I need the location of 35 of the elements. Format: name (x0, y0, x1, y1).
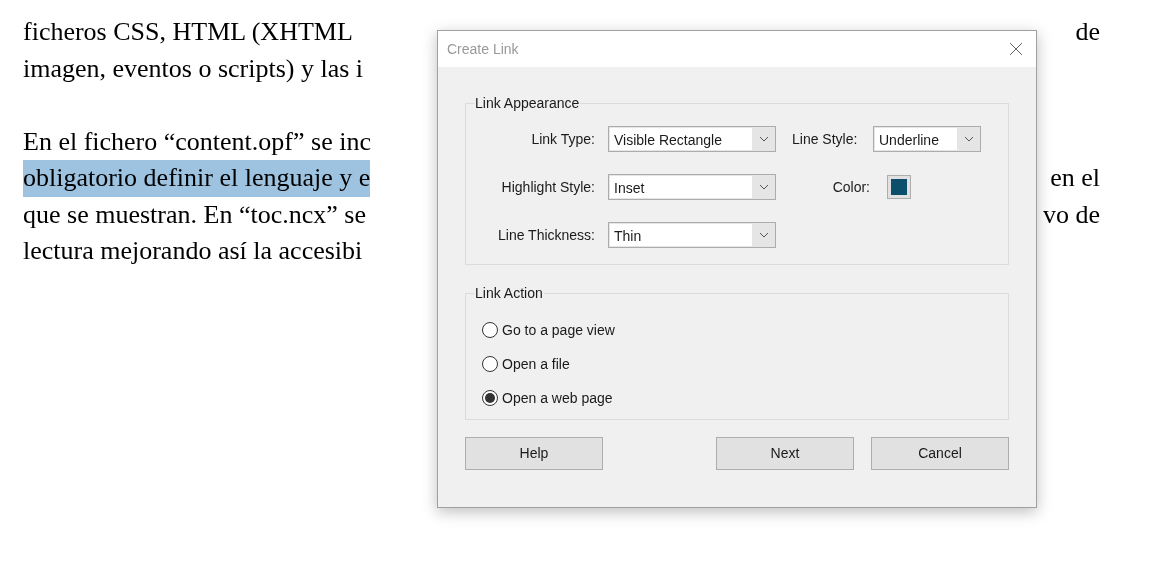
radio-label[interactable]: Open a web page (502, 387, 613, 409)
close-icon[interactable] (1010, 43, 1022, 55)
chevron-down-icon (759, 136, 769, 142)
window-title: Create Link (447, 39, 519, 59)
body-text: que se muestran. En “toc.ncx” se (23, 198, 366, 231)
dialog-button[interactable]: Next (716, 437, 854, 470)
field-label: Line Style: (791, 129, 859, 149)
radio-button[interactable] (482, 390, 498, 406)
group-title: Link Appearance (474, 94, 581, 113)
body-text: ficheros CSS, HTML (XHTML (23, 16, 353, 48)
radio-label[interactable]: Go to a page view (502, 319, 615, 341)
radio-button[interactable] (482, 322, 498, 338)
body-text: imagen, eventos o scripts) y las i (23, 52, 364, 85)
dropdown[interactable]: Visible Rectangle (608, 126, 776, 152)
radio-label[interactable]: Open a file (502, 353, 570, 375)
body-text: en el (1050, 162, 1100, 194)
dropdown[interactable]: Thin (608, 222, 776, 248)
radio-button[interactable] (482, 356, 498, 372)
dropdown[interactable]: Inset (608, 174, 776, 200)
chevron-down-icon (759, 232, 769, 238)
body-text: En el fichero “content.opf” se inc (23, 125, 371, 158)
dialog-button[interactable]: Help (465, 437, 603, 470)
field-label: Highlight Style: (500, 177, 595, 197)
body-text: obligatorio definir el lenguaje y e (23, 160, 371, 197)
body-text: de (1075, 16, 1100, 48)
dropdown[interactable]: Underline (873, 126, 981, 152)
group-title: Link Action (474, 284, 544, 303)
body-text: lectura mejorando así la accesibi (23, 235, 363, 267)
body-text: vo de (1042, 198, 1100, 231)
dialog-button[interactable]: Cancel (871, 437, 1009, 470)
field-label: Color: (831, 177, 870, 197)
chevron-down-icon (759, 184, 769, 190)
chevron-down-icon (964, 136, 974, 142)
field-label: Link Type: (530, 129, 595, 149)
field-label: Line Thickness: (497, 225, 595, 245)
